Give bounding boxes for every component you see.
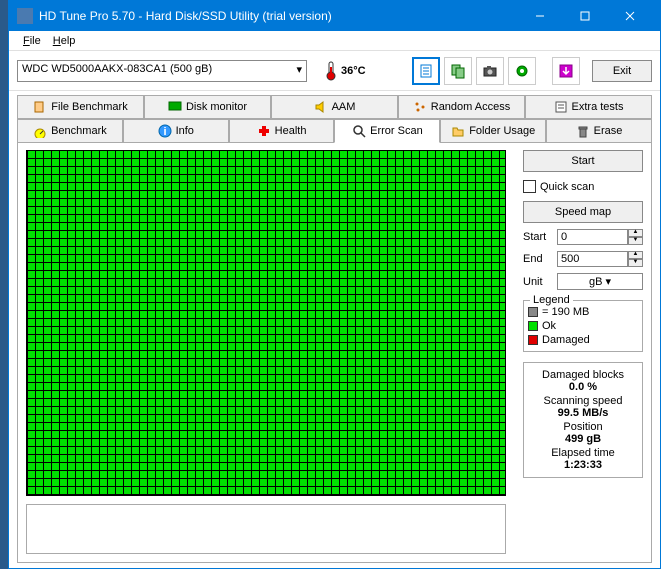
legend-ok-icon [528, 321, 538, 331]
toolbar: WDC WD5000AAKX-083CA1 (500 gB) ▾ 36°C Ex… [9, 51, 660, 91]
tab-disk-monitor[interactable]: Disk monitor [144, 95, 271, 119]
copy-screenshot-button[interactable] [444, 57, 472, 85]
benchmark-icon [33, 124, 47, 138]
save-button[interactable] [552, 57, 580, 85]
titlebar[interactable]: HD Tune Pro 5.70 - Hard Disk/SSD Utility… [9, 1, 660, 31]
tab-folder-usage[interactable]: Folder Usage [440, 119, 546, 143]
minimize-button[interactable] [517, 1, 562, 31]
legend: Legend = 190 MB Ok Damaged [523, 300, 643, 352]
maximize-button[interactable] [562, 1, 607, 31]
menu-help[interactable]: Help [47, 33, 82, 49]
svg-text:i: i [163, 126, 166, 138]
scanning-speed-label: Scanning speed [528, 395, 638, 407]
health-icon [257, 124, 271, 138]
document-icon [418, 63, 434, 79]
end-field-label: End [523, 253, 553, 265]
stats: Damaged blocks 0.0 % Scanning speed 99.5… [523, 362, 643, 478]
legend-size-icon [528, 307, 538, 317]
tab-erase[interactable]: Erase [546, 119, 652, 143]
search-icon [352, 124, 366, 138]
chevron-down-icon: ▾ [606, 276, 612, 288]
random-icon [413, 100, 427, 114]
speed-map-button[interactable]: Speed map [523, 201, 643, 223]
download-icon [558, 63, 574, 79]
copy-info-button[interactable] [412, 57, 440, 85]
tab-error-scan[interactable]: Error Scan [334, 119, 440, 143]
elapsed-time-label: Elapsed time [528, 447, 638, 459]
menubar: File Help [9, 31, 660, 51]
unit-field-label: Unit [523, 276, 553, 288]
tab-info[interactable]: iInfo [123, 119, 229, 143]
start-field-label: Start [523, 231, 553, 243]
start-up[interactable]: ▲ [628, 229, 643, 237]
chevron-down-icon: ▾ [296, 63, 302, 76]
drive-select-value: WDC WD5000AAKX-083CA1 (500 gB) [22, 63, 212, 75]
start-down[interactable]: ▼ [628, 237, 643, 245]
window-title: HD Tune Pro 5.70 - Hard Disk/SSD Utility… [39, 9, 517, 23]
scan-output [26, 504, 506, 554]
exit-button[interactable]: Exit [592, 60, 652, 82]
start-button[interactable]: Start [523, 150, 643, 172]
tab-extra-tests[interactable]: Extra tests [525, 95, 652, 119]
quick-scan-checkbox[interactable] [523, 180, 536, 193]
copy-icon [450, 63, 466, 79]
app-icon [17, 8, 33, 24]
trash-icon [576, 124, 590, 138]
speaker-icon [314, 100, 328, 114]
side-panel: Start Quick scan Speed map Start ▲▼ End [523, 150, 643, 554]
options-button[interactable] [508, 57, 536, 85]
monitor-icon [168, 100, 182, 114]
tab-aam[interactable]: AAM [271, 95, 398, 119]
tab-content: Start Quick scan Speed map Start ▲▼ End [17, 142, 652, 563]
damaged-blocks-value: 0.0 % [528, 381, 638, 393]
tab-random-access[interactable]: Random Access [398, 95, 525, 119]
end-field[interactable] [557, 251, 628, 267]
scan-grid [26, 150, 506, 496]
position-label: Position [528, 421, 638, 433]
quick-scan-label: Quick scan [540, 181, 594, 193]
info-icon: i [158, 124, 172, 138]
gear-icon [514, 63, 530, 79]
elapsed-time-value: 1:23:33 [528, 459, 638, 471]
close-button[interactable] [607, 1, 652, 31]
unit-select[interactable]: gB ▾ [557, 273, 643, 290]
tests-icon [554, 100, 568, 114]
tab-benchmark[interactable]: Benchmark [17, 119, 123, 143]
scanning-speed-value: 99.5 MB/s [528, 407, 638, 419]
end-up[interactable]: ▲ [628, 251, 643, 259]
tab-file-benchmark[interactable]: File Benchmark [17, 95, 144, 119]
position-value: 499 gB [528, 433, 638, 445]
camera-icon [482, 63, 498, 79]
menu-file[interactable]: File [17, 33, 47, 49]
legend-title: Legend [530, 294, 573, 306]
end-down[interactable]: ▼ [628, 259, 643, 267]
temperature-value: 36°C [341, 65, 366, 77]
thermometer-icon [325, 61, 337, 81]
app-window: HD Tune Pro 5.70 - Hard Disk/SSD Utility… [8, 0, 661, 569]
tab-health[interactable]: Health [229, 119, 335, 143]
drive-select[interactable]: WDC WD5000AAKX-083CA1 (500 gB) ▾ [17, 60, 307, 82]
folder-icon [451, 124, 465, 138]
damaged-blocks-label: Damaged blocks [528, 369, 638, 381]
legend-damaged-icon [528, 335, 538, 345]
screenshot-button[interactable] [476, 57, 504, 85]
file-benchmark-icon [33, 100, 47, 114]
temperature-display: 36°C [319, 59, 372, 83]
tabs-row-bottom: Benchmark iInfo Health Error Scan Folder… [17, 119, 652, 143]
tabs-row-top: File Benchmark Disk monitor AAM Random A… [17, 95, 652, 119]
start-field[interactable] [557, 229, 628, 245]
